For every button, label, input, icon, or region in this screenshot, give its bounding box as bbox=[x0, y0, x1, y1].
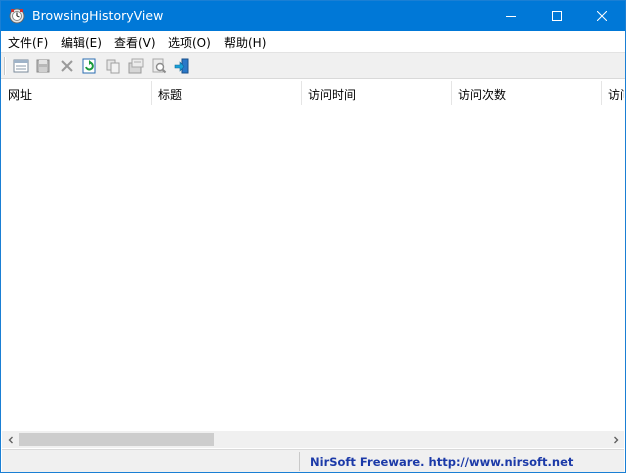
scrollbar-thumb[interactable] bbox=[19, 433, 214, 446]
chevron-left-icon bbox=[8, 436, 13, 443]
scroll-left-button[interactable] bbox=[2, 431, 19, 448]
scroll-right-button[interactable] bbox=[607, 431, 624, 448]
window-title: BrowsingHistoryView bbox=[32, 8, 164, 23]
menu-file[interactable]: 文件(F) bbox=[8, 34, 48, 51]
find-button[interactable] bbox=[150, 57, 168, 75]
exit-button[interactable] bbox=[173, 57, 191, 75]
html-report-button[interactable] bbox=[12, 57, 30, 75]
horizontal-scrollbar[interactable] bbox=[2, 431, 624, 448]
menu-bar: 文件(F) 编辑(E) 查看(V) 选项(O) 帮助(H) bbox=[1, 31, 625, 52]
save-button[interactable] bbox=[34, 57, 52, 75]
history-list[interactable]: 网址 标题 访问时间 访问次数 访问 bbox=[2, 81, 624, 431]
properties-button[interactable] bbox=[127, 57, 145, 75]
exit-icon bbox=[174, 58, 189, 74]
copy-button[interactable] bbox=[104, 57, 122, 75]
find-icon bbox=[152, 58, 167, 74]
status-panel-link: NirSoft Freeware. http://www.nirsoft.net bbox=[302, 452, 622, 471]
chevron-right-icon bbox=[613, 436, 618, 443]
menu-edit[interactable]: 编辑(E) bbox=[61, 34, 102, 51]
copy-icon bbox=[106, 59, 120, 74]
toolbar bbox=[1, 52, 625, 79]
html-report-icon bbox=[13, 59, 29, 73]
delete-icon bbox=[61, 60, 73, 72]
delete-button[interactable] bbox=[58, 57, 76, 75]
status-panel-count bbox=[2, 452, 300, 471]
status-bar: NirSoft Freeware. http://www.nirsoft.net bbox=[2, 449, 624, 472]
menu-view[interactable]: 查看(V) bbox=[114, 34, 156, 51]
menu-options[interactable]: 选项(O) bbox=[168, 34, 211, 51]
maximize-button[interactable] bbox=[534, 1, 580, 31]
app-window: BrowsingHistoryView 文件(F) 编辑(E) 查看(V) 选项… bbox=[0, 0, 626, 473]
column-header-next[interactable]: 访问 bbox=[602, 81, 624, 105]
column-header-visit-time[interactable]: 访问时间 bbox=[302, 81, 452, 105]
minimize-icon bbox=[506, 16, 516, 17]
close-icon bbox=[597, 11, 607, 21]
save-icon bbox=[36, 59, 50, 73]
toolbar-grip[interactable] bbox=[4, 57, 6, 75]
column-header-visit-count[interactable]: 访问次数 bbox=[452, 81, 602, 105]
column-header-title[interactable]: 标题 bbox=[152, 81, 302, 105]
menu-help[interactable]: 帮助(H) bbox=[224, 34, 266, 51]
column-header-url[interactable]: 网址 bbox=[2, 81, 152, 105]
minimize-button[interactable] bbox=[488, 1, 534, 31]
close-button[interactable] bbox=[579, 1, 625, 31]
refresh-icon bbox=[82, 58, 96, 74]
maximize-icon bbox=[552, 11, 562, 21]
nirsoft-link[interactable]: NirSoft Freeware. http://www.nirsoft.net bbox=[310, 455, 573, 469]
properties-icon bbox=[128, 58, 144, 74]
title-bar[interactable]: BrowsingHistoryView bbox=[1, 1, 625, 31]
refresh-button[interactable] bbox=[80, 57, 98, 75]
app-icon bbox=[9, 8, 25, 24]
